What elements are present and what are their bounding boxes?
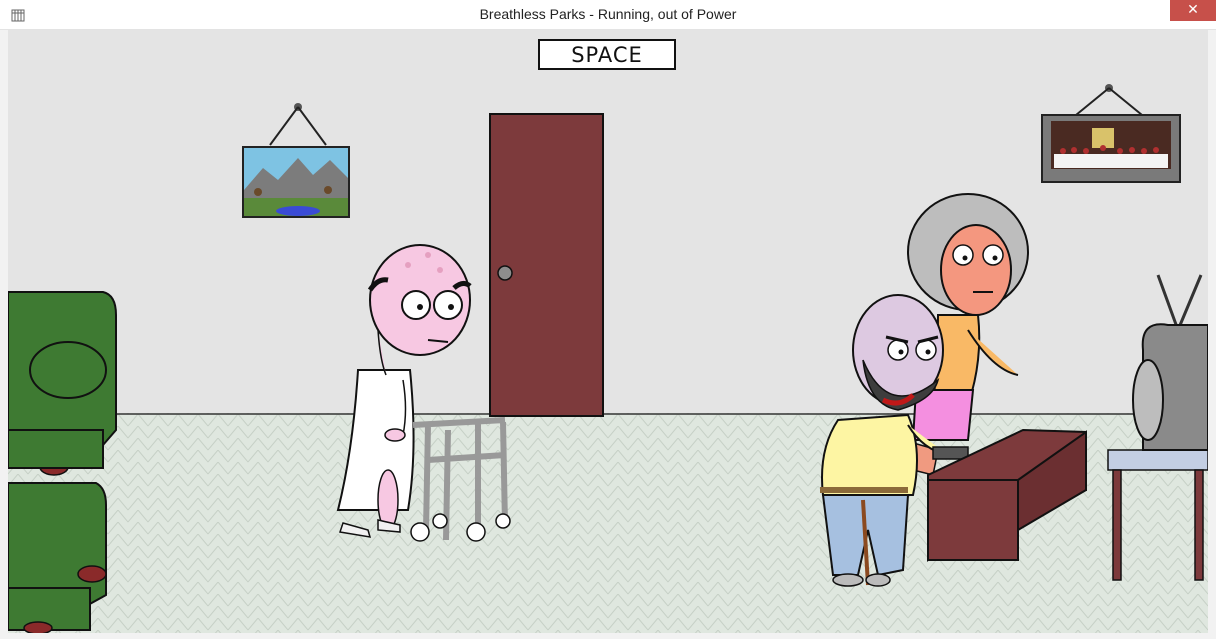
window-frame-left <box>0 30 8 639</box>
close-button[interactable]: ✕ <box>1170 0 1216 21</box>
window-frame-right <box>1208 30 1216 639</box>
door-knob <box>497 265 513 281</box>
space-sign <box>538 39 676 70</box>
wall <box>8 30 1208 415</box>
close-icon: ✕ <box>1187 2 1199 18</box>
window-title: Breathless Parks - Running, out of Power <box>479 6 737 22</box>
window-frame-bottom <box>0 633 1216 639</box>
armchair-top <box>8 291 117 476</box>
door <box>489 113 604 417</box>
tv-remote <box>932 446 969 460</box>
scene-canvas <box>8 30 1208 633</box>
game-scene[interactable]: SPACE <box>8 30 1208 633</box>
title-bar[interactable]: Breathless Parks - Running, out of Power… <box>0 0 1216 30</box>
